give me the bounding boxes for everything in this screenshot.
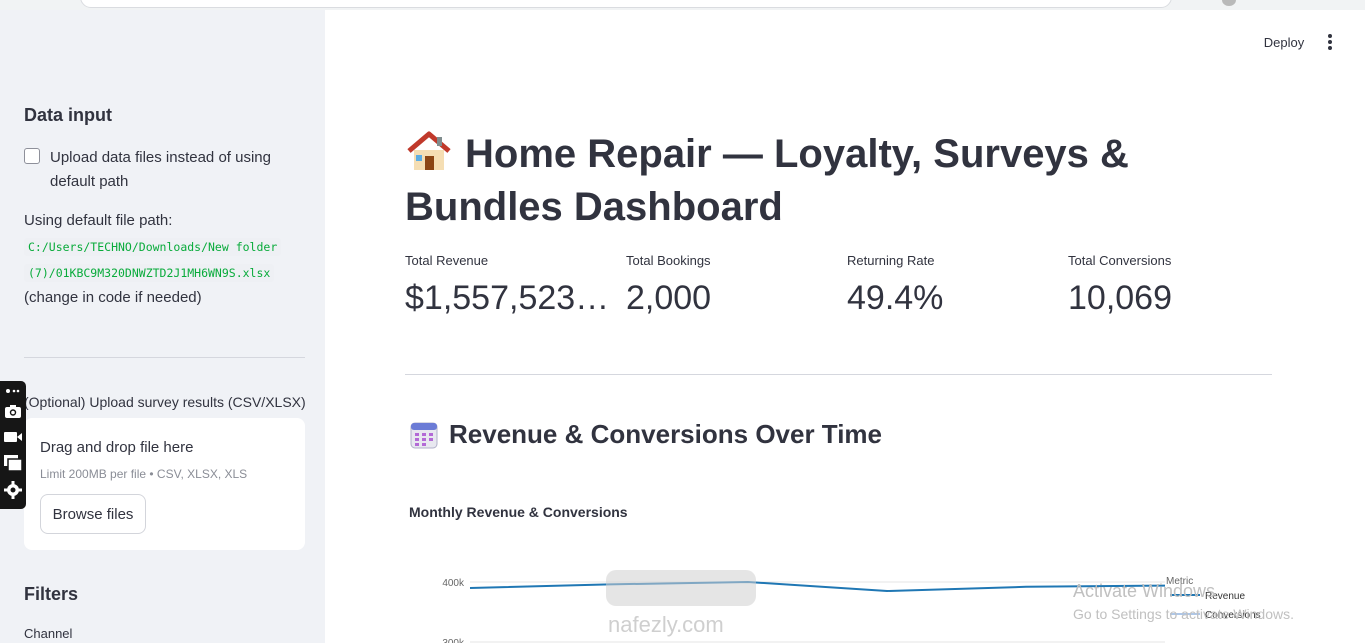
browse-files-button[interactable]: Browse files xyxy=(40,494,146,534)
survey-file-uploader[interactable]: Drag and drop file here Limit 200MB per … xyxy=(24,418,305,550)
section-title-text: Revenue & Conversions Over Time xyxy=(449,419,883,449)
metric-label: Total Bookings xyxy=(626,253,711,268)
page-title-text: Home Repair — Loyalty, Surveys & Bundles… xyxy=(405,132,1129,229)
metric-returning-rate: Returning Rate 49.4% xyxy=(847,253,1057,318)
metric-total-bookings: Total Bookings 2,000 xyxy=(626,253,836,318)
metric-label: Returning Rate xyxy=(847,253,935,268)
y-tick-label: 400k xyxy=(442,578,465,589)
metric-label: Total Conversions xyxy=(1068,253,1172,268)
metric-value: 2,000 xyxy=(626,279,712,317)
sidebar: Data input Upload data files instead of … xyxy=(0,10,325,643)
deploy-button[interactable]: Deploy xyxy=(1252,30,1316,54)
camera-icon[interactable] xyxy=(3,401,23,421)
activate-windows-subtitle: Go to Settings to activate Windows. xyxy=(1073,606,1294,622)
default-path-label: Using default file path: xyxy=(24,212,173,229)
metric-label: Total Revenue xyxy=(405,253,489,268)
metric-total-revenue: Total Revenue $1,557,523.… xyxy=(405,253,615,318)
nafezly-watermark-logo: nafezly.com xyxy=(606,570,756,637)
metric-total-conversions: Total Conversions 10,069 xyxy=(1068,253,1278,318)
default-path-code-line1: C:/Users/TECHNO/Downloads/New folder xyxy=(24,238,282,256)
window-capture-icon[interactable] xyxy=(3,453,23,473)
address-bar[interactable] xyxy=(80,0,1172,8)
sidebar-divider xyxy=(24,357,305,358)
main-menu-kebab-icon[interactable] xyxy=(1320,32,1340,52)
main-divider xyxy=(405,374,1272,375)
metric-value: 10,069 xyxy=(1068,279,1172,317)
watermark-domain: nafezly.com xyxy=(608,612,724,637)
default-path-code-line2: (7)/01KBC9M320DNWZTD2J1MH6WN9S.xlsx xyxy=(24,264,275,282)
activate-windows-title: Activate Windows xyxy=(1073,581,1216,601)
house-icon xyxy=(405,131,453,171)
path-note: (change in code if needed) xyxy=(24,289,202,306)
settings-gear-icon[interactable] xyxy=(3,480,23,500)
upload-files-checkbox[interactable] xyxy=(24,148,40,164)
filters-heading: Filters xyxy=(24,584,79,604)
uploader-title: Drag and drop file here xyxy=(40,439,194,456)
channel-filter-label: Channel xyxy=(24,626,73,641)
recorder-toolbar xyxy=(0,381,26,509)
series-line-revenue xyxy=(469,580,1166,593)
page-title: Home Repair — Loyalty, Surveys & Bundles… xyxy=(405,128,1265,234)
survey-upload-label: (Optional) Upload survey results (CSV/XL… xyxy=(24,394,306,410)
video-record-icon[interactable] xyxy=(3,427,23,447)
chart-title: Monthly Revenue & Conversions xyxy=(409,504,628,520)
uploader-limit: Limit 200MB per file • CSV, XLSX, XLS xyxy=(40,467,248,481)
toolbar-menu-icon[interactable] xyxy=(3,381,23,401)
browser-chrome xyxy=(0,0,1365,10)
section-title: Revenue & Conversions Over Time xyxy=(409,419,882,450)
profile-avatar[interactable] xyxy=(1222,0,1236,6)
y-tick-label: 300k xyxy=(442,638,465,643)
upload-files-checkbox-label[interactable]: Upload data files instead of using defau… xyxy=(50,146,290,194)
upload-files-checkbox-row[interactable]: Upload data files instead of using defau… xyxy=(24,146,290,194)
data-input-heading: Data input xyxy=(24,105,112,125)
metric-value: $1,557,523.… xyxy=(405,279,615,317)
metric-value: 49.4% xyxy=(847,279,944,317)
calendar-icon xyxy=(409,420,439,450)
